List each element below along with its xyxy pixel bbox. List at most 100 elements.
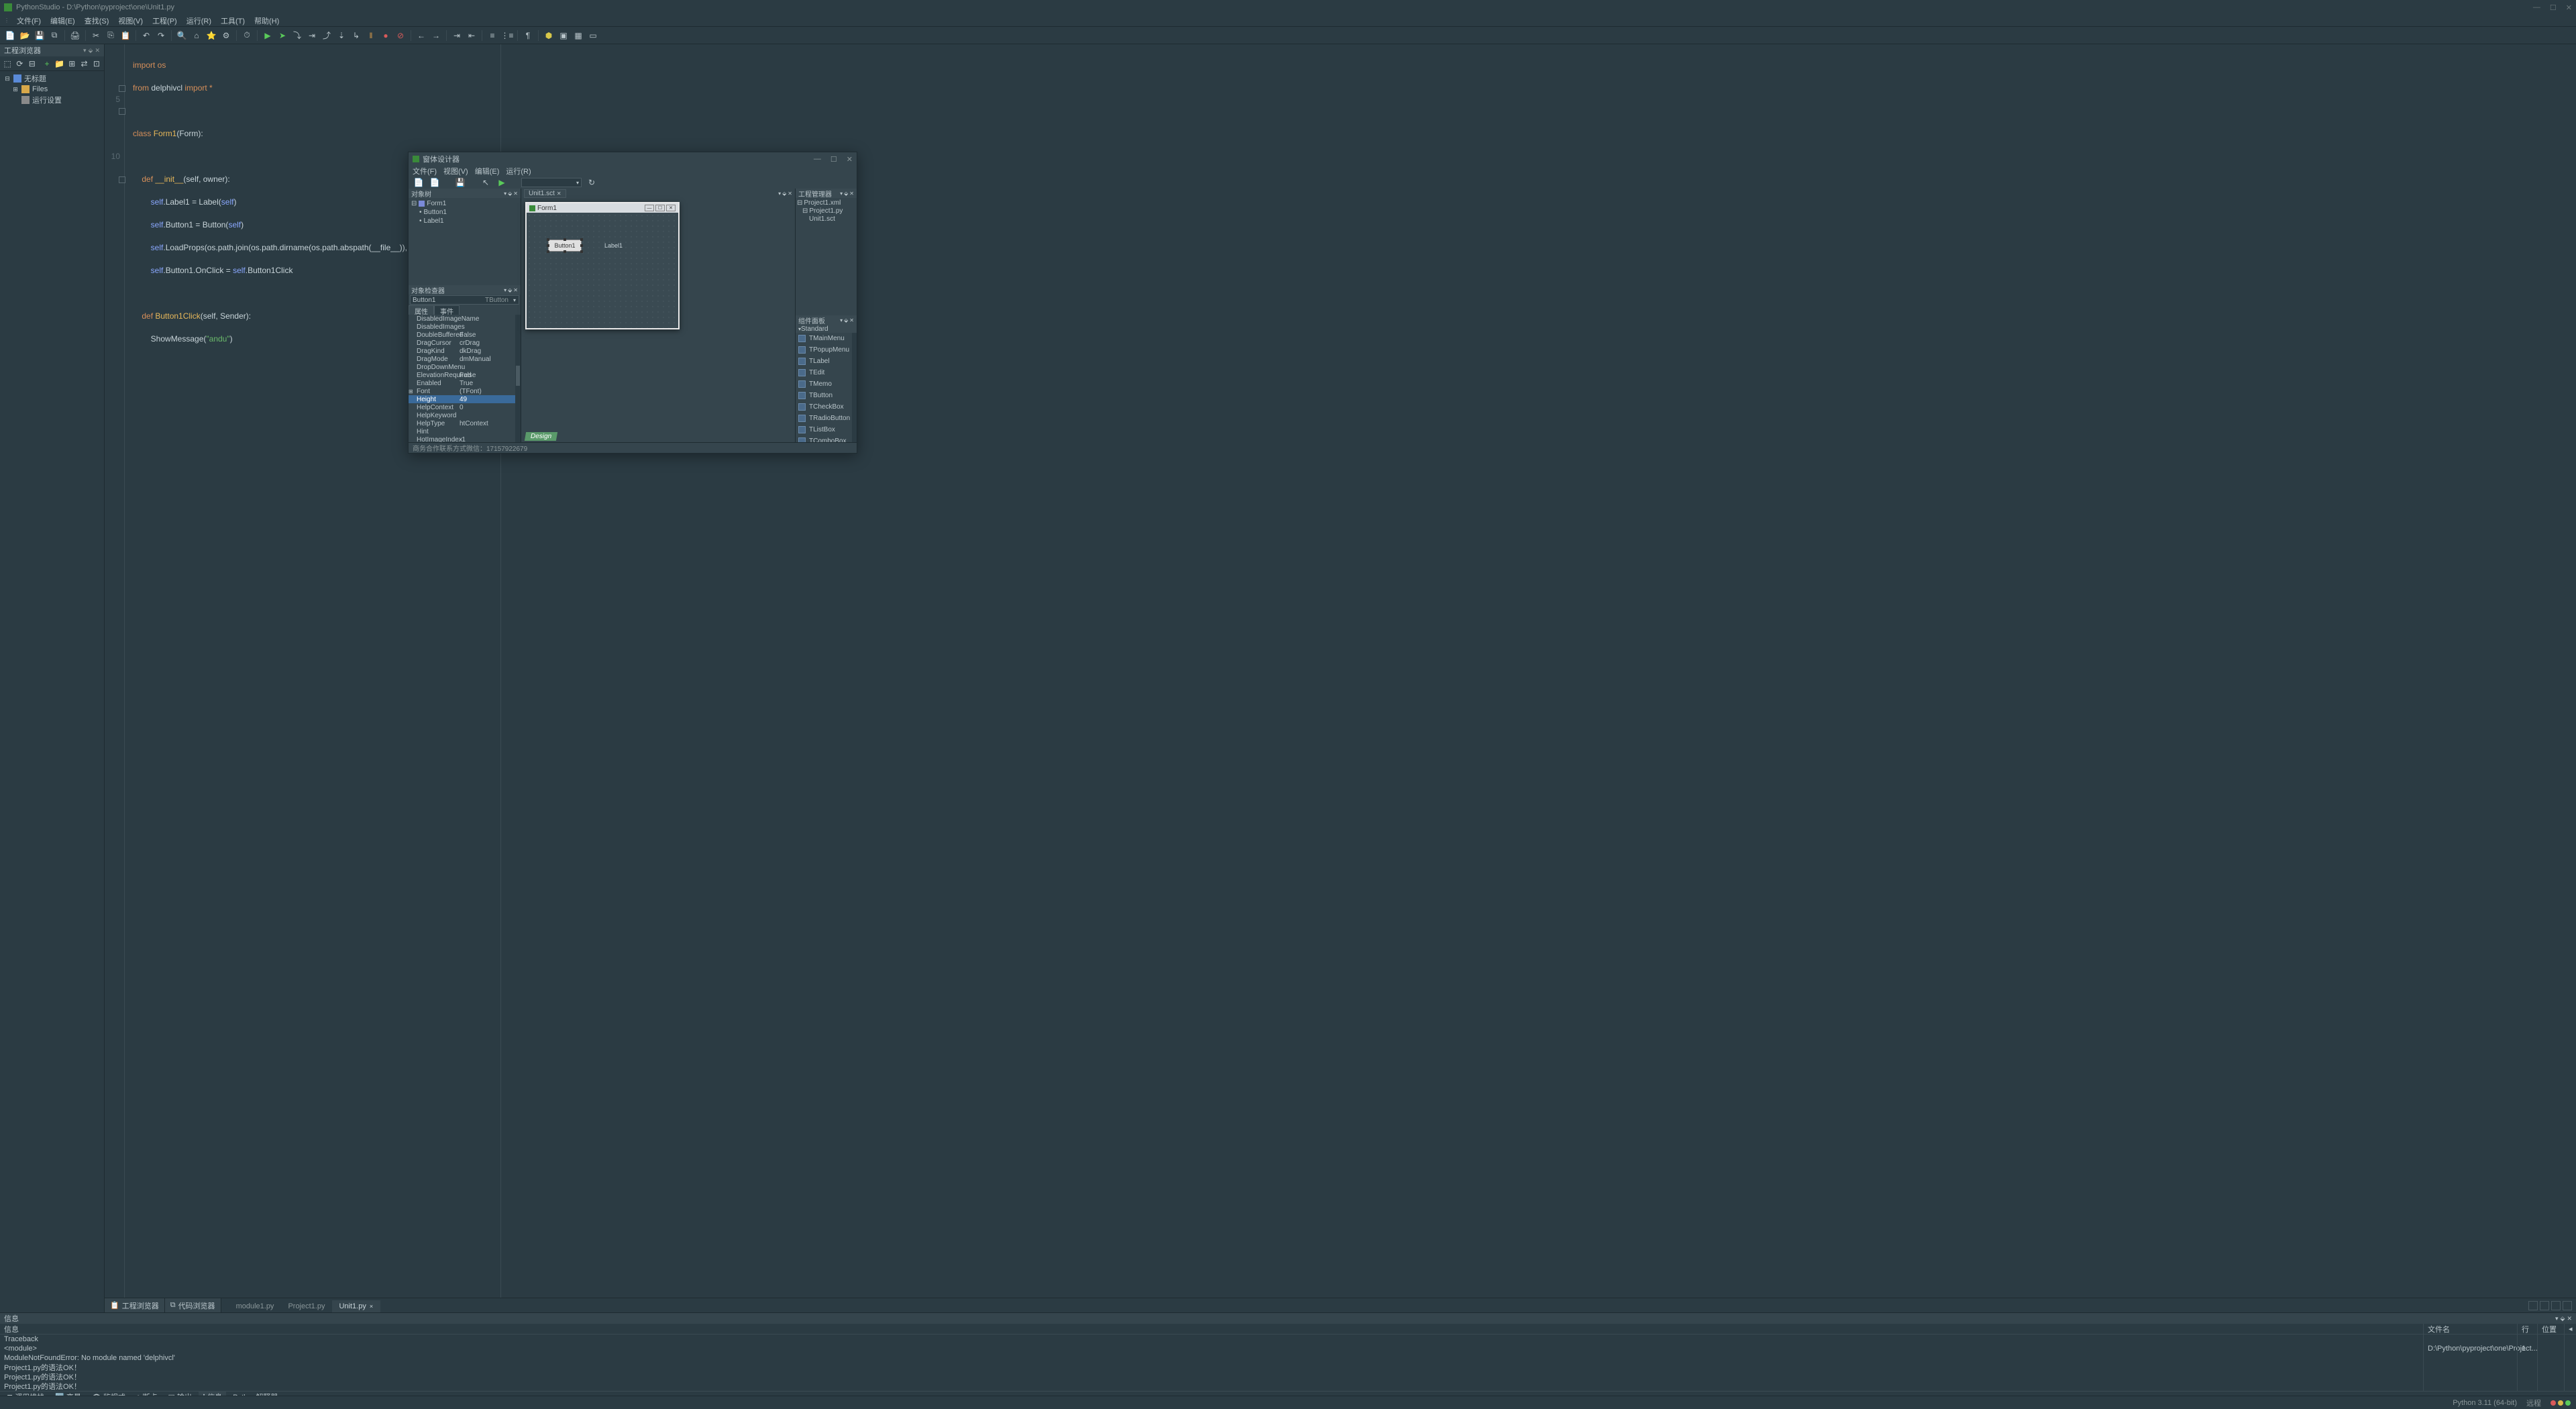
continue-icon[interactable]: ↳	[350, 30, 362, 42]
insp-tab-events[interactable]: 事件	[434, 305, 460, 315]
stop-icon[interactable]: ⊘	[394, 30, 407, 42]
info-drop-icon[interactable]: ▾	[2555, 1315, 2559, 1322]
status-python[interactable]: Python 3.11 (64-bit)	[2453, 1399, 2517, 1407]
copy-icon[interactable]: ⎘	[105, 30, 117, 42]
settings-icon[interactable]: ⚙	[220, 30, 232, 42]
msg-col-file[interactable]: 文件名	[2424, 1324, 2517, 1335]
step-into-icon[interactable]: ⇥	[306, 30, 318, 42]
nav-back-icon[interactable]: ←	[415, 30, 427, 42]
step-out-icon[interactable]: ⤴	[321, 30, 333, 42]
prop-row[interactable]: DragModedmManual	[409, 355, 521, 363]
palette-item[interactable]: TMemo	[796, 378, 857, 390]
msg-line[interactable]: Project1.py的语法OK！	[0, 1372, 2423, 1381]
pause-icon[interactable]: ‖	[365, 30, 377, 42]
prop-row[interactable]: ⊞Font(TFont)	[409, 387, 521, 395]
menu-run[interactable]: 运行(R)	[182, 15, 215, 26]
form-max-icon[interactable]: ☐	[655, 205, 665, 211]
left-tab-code[interactable]: ⧉代码浏览器	[165, 1298, 221, 1312]
palette-group[interactable]: Standard	[796, 325, 857, 333]
step-over-icon[interactable]: ⤵	[291, 30, 303, 42]
insp-drop-icon[interactable]: ▾	[504, 287, 506, 293]
prop-row[interactable]: DisabledImages	[409, 323, 521, 331]
open-file-icon[interactable]: 📂	[19, 30, 31, 42]
new-file-icon[interactable]: 📄	[4, 30, 16, 42]
dt-refresh-icon[interactable]: ↻	[586, 176, 598, 189]
menu-help[interactable]: 帮助(H)	[250, 15, 283, 26]
designer-max-icon[interactable]: ☐	[830, 155, 837, 164]
palette-item[interactable]: TCheckBox	[796, 401, 857, 413]
palette-item[interactable]: TListBox	[796, 424, 857, 435]
ot-drop-icon[interactable]: ▾	[504, 191, 506, 197]
insp-tab-props[interactable]: 属性	[409, 305, 434, 315]
refresh-icon[interactable]: ⟳	[15, 58, 24, 69]
prop-row[interactable]: HotImageIndex-1	[409, 435, 521, 442]
prop-row[interactable]: DragKinddkDrag	[409, 347, 521, 355]
insp-close-icon[interactable]: ✕	[513, 287, 518, 293]
file-tab-project1[interactable]: Project1.py	[281, 1300, 332, 1312]
terminal-icon[interactable]: ▣	[557, 30, 570, 42]
sync-icon[interactable]: ⇄	[79, 58, 89, 69]
ot-close-icon[interactable]: ✕	[513, 191, 518, 197]
folder-icon[interactable]: 📁	[54, 58, 64, 69]
run-to-cursor-icon[interactable]: ⇣	[335, 30, 347, 42]
palette-item[interactable]: TMainMenu	[796, 333, 857, 344]
design-label1[interactable]: Label1	[604, 242, 623, 249]
prop-row[interactable]: ElevationRequiredFalse	[409, 371, 521, 379]
canvas-tab-close-icon[interactable]: ✕	[557, 191, 561, 197]
tree-form1[interactable]: ⊟Form1	[409, 199, 521, 208]
dt-save-icon[interactable]: 💾	[454, 176, 466, 189]
config-icon[interactable]: ⊞	[67, 58, 76, 69]
palette-item[interactable]: TComboBox	[796, 435, 857, 442]
ot-pin-icon[interactable]: ⬙	[508, 191, 512, 197]
bookmark-icon[interactable]: ⭐	[205, 30, 217, 42]
design-canvas[interactable]: Form1 — ☐ ✕ Button1	[521, 198, 795, 442]
msg-col-info[interactable]: 信息	[0, 1324, 2423, 1335]
msg-col-extra[interactable]: ◂	[2565, 1324, 2576, 1335]
canvas-tab[interactable]: Unit1.sct✕	[524, 189, 566, 198]
tree-runconfig[interactable]: 运行设置	[0, 94, 104, 106]
msg-line[interactable]: <module>	[0, 1344, 2423, 1353]
tree-label1[interactable]: •Label1	[409, 217, 521, 225]
save-all-icon[interactable]: ⧉	[48, 30, 60, 42]
home-icon[interactable]: ⌂	[191, 30, 203, 42]
paste-icon[interactable]: 📋	[119, 30, 131, 42]
cv-pin-icon[interactable]: ⬙	[782, 191, 786, 197]
prop-row[interactable]: DisabledImageName	[409, 315, 521, 323]
design-mode-tab[interactable]: Design	[525, 432, 557, 441]
dproj-py[interactable]: ⊟Project1.py	[796, 207, 857, 215]
panel-close-icon[interactable]: ✕	[95, 47, 100, 54]
tree-icon[interactable]: ⊡	[92, 58, 101, 69]
timer-icon[interactable]: ⏱	[241, 30, 253, 42]
file-tab-module1[interactable]: module1.py	[229, 1300, 282, 1312]
msg-line[interactable]: Project1.py的语法OK！	[0, 1363, 2423, 1372]
show-all-icon[interactable]: ⬚	[3, 58, 12, 69]
insp-pin-icon[interactable]: ⬙	[508, 287, 512, 293]
prop-row[interactable]: Height49	[409, 395, 521, 403]
msg-line[interactable]: Project1.py的语法OK！	[0, 1381, 2423, 1391]
msg-line[interactable]: Traceback	[0, 1335, 2423, 1344]
designer-menu-view[interactable]: 视图(V)	[443, 166, 468, 176]
preview-icon[interactable]: ▭	[587, 30, 599, 42]
menu-edit[interactable]: 编辑(E)	[46, 15, 79, 26]
panel-pin-icon[interactable]: ⬙	[89, 47, 93, 54]
menu-search[interactable]: 查找(S)	[80, 15, 113, 26]
search-icon[interactable]: 🔍	[176, 30, 188, 42]
tree-button1[interactable]: •Button1	[409, 208, 521, 217]
prop-row[interactable]: DoubleBufferedFalse	[409, 331, 521, 339]
design-button1[interactable]: Button1	[548, 240, 582, 252]
dt-pointer-icon[interactable]: ↖	[480, 176, 492, 189]
inspector-object-combo[interactable]: Button1TButton	[410, 295, 519, 305]
nav-fwd-icon[interactable]: →	[430, 30, 442, 42]
window-minimize-icon[interactable]: —	[2533, 3, 2540, 12]
cv-close-icon[interactable]: ✕	[788, 191, 792, 197]
dt-open-icon[interactable]: 📄	[429, 176, 441, 189]
record-icon[interactable]: ●	[380, 30, 392, 42]
tree-root[interactable]: ⊟无标题	[0, 72, 104, 85]
layout-btn-2-icon[interactable]	[2540, 1301, 2549, 1310]
property-list[interactable]: DisabledImageNameDisabledImagesDoubleBuf…	[409, 315, 521, 442]
info-pin-icon[interactable]: ⬙	[2561, 1315, 2565, 1322]
outdent-icon[interactable]: ⇤	[466, 30, 478, 42]
layout-btn-4-icon[interactable]	[2563, 1301, 2572, 1310]
list-icon[interactable]: ≡	[486, 30, 498, 42]
designer-icon[interactable]: ▦	[572, 30, 584, 42]
